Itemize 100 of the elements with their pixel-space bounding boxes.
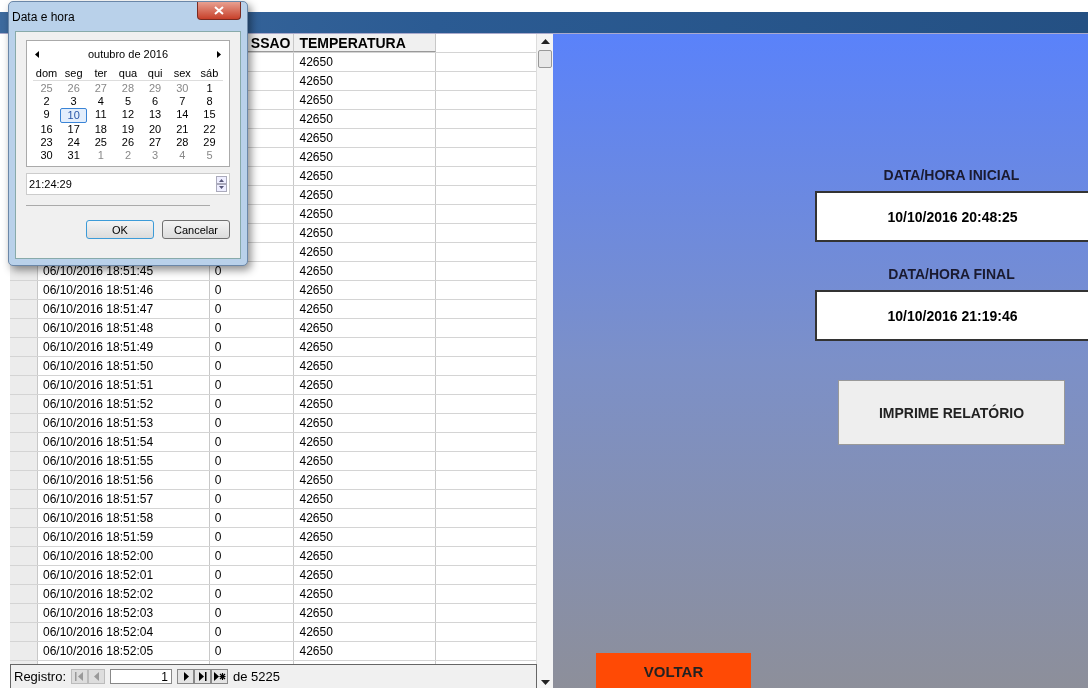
table-cell: 42650 <box>299 397 333 411</box>
previous-record-button[interactable] <box>88 669 106 684</box>
table-cell: 42650 <box>299 454 333 468</box>
calendar-day[interactable]: 22 <box>195 123 223 136</box>
row-selector[interactable] <box>10 281 38 299</box>
calendar-day[interactable]: 17 <box>60 123 88 136</box>
calendar-day[interactable]: 23 <box>33 136 60 149</box>
datetime-field[interactable]: 10/10/2016 20:48:25 <box>815 191 1088 242</box>
calendar-day[interactable]: 12 <box>114 108 142 123</box>
cancel-button[interactable]: Cancelar <box>162 220 230 239</box>
row-selector[interactable] <box>10 471 38 489</box>
table-cell: 42650 <box>299 625 333 639</box>
calendar-day[interactable]: 5 <box>195 149 223 162</box>
spinner-icon[interactable] <box>216 176 227 192</box>
calendar-day[interactable]: 21 <box>168 123 196 136</box>
calendar-day[interactable]: 1 <box>195 82 223 95</box>
next-month-button[interactable] <box>215 48 223 60</box>
previous-month-button[interactable] <box>33 48 41 60</box>
calendar-day[interactable]: 5 <box>114 95 142 108</box>
calendar-day[interactable]: 3 <box>60 95 88 108</box>
table-cell: 06/10/2016 18:51:55 <box>42 454 154 468</box>
row-selector[interactable] <box>10 623 38 641</box>
table-cell: 0 <box>214 511 222 525</box>
print-report-button[interactable]: IMPRIME RELATÓRIO <box>838 380 1065 445</box>
calendar-day[interactable]: 29 <box>195 136 223 149</box>
row-selector[interactable] <box>10 566 38 584</box>
row-selector[interactable] <box>10 357 38 375</box>
table-cell: 06/10/2016 18:51:56 <box>42 473 154 487</box>
table-cell: 06/10/2016 18:51:59 <box>42 530 154 544</box>
calendar-day[interactable]: 4 <box>87 95 115 108</box>
calendar-day[interactable]: 25 <box>33 82 60 95</box>
row-selector[interactable] <box>10 585 38 603</box>
row-selector[interactable] <box>10 319 38 337</box>
ok-button[interactable]: OK <box>86 220 154 239</box>
calendar-day[interactable]: 4 <box>168 149 196 162</box>
datetime-field[interactable]: 10/10/2016 21:19:46 <box>815 290 1088 341</box>
calendar-day[interactable]: 31 <box>60 149 88 162</box>
calendar-day[interactable]: 13 <box>141 108 169 123</box>
row-selector[interactable] <box>10 452 38 470</box>
table-cell: 06/10/2016 18:52:00 <box>42 549 154 563</box>
calendar-day[interactable]: 8 <box>195 95 223 108</box>
row-selector[interactable] <box>10 604 38 622</box>
row-selector[interactable] <box>10 414 38 432</box>
calendar-day[interactable]: 11 <box>87 108 115 123</box>
last-record-button[interactable] <box>194 669 212 684</box>
time-field[interactable]: 21:24:29 <box>26 173 230 195</box>
row-selector[interactable] <box>10 376 38 394</box>
calendar-day[interactable]: 6 <box>141 95 169 108</box>
row-selector[interactable] <box>10 509 38 527</box>
first-record-button[interactable] <box>71 669 89 684</box>
calendar-day[interactable]: 27 <box>141 136 169 149</box>
table-cell: 42650 <box>299 302 333 316</box>
calendar-day[interactable]: 26 <box>114 136 142 149</box>
row-selector[interactable] <box>10 300 38 318</box>
table-cell: 42650 <box>299 492 333 506</box>
row-selector[interactable] <box>10 490 38 508</box>
record-field[interactable]: 1 <box>110 669 173 684</box>
calendar-day[interactable]: 14 <box>168 108 196 123</box>
next-record-button[interactable] <box>177 669 195 684</box>
row-selector[interactable] <box>10 338 38 356</box>
calendar-day[interactable]: 7 <box>168 95 196 108</box>
calendar-day[interactable]: 10 <box>60 108 88 123</box>
row-selector[interactable] <box>10 433 38 451</box>
calendar-day[interactable]: 2 <box>33 95 60 108</box>
calendar-day[interactable]: 9 <box>33 108 60 123</box>
calendar-day[interactable]: 16 <box>33 123 60 136</box>
calendar-day[interactable]: 27 <box>87 82 115 95</box>
table-cell: 42650 <box>299 359 333 373</box>
calendar-day[interactable]: 18 <box>87 123 115 136</box>
calendar-day[interactable]: 25 <box>87 136 115 149</box>
table-cell: 06/10/2016 18:51:48 <box>42 321 154 335</box>
weekday-label: qui <box>146 67 164 80</box>
calendar-day[interactable]: 30 <box>168 82 196 95</box>
calendar-day[interactable]: 19 <box>114 123 142 136</box>
record-count: de 5225 <box>233 669 281 684</box>
table-cell: 42650 <box>299 606 333 620</box>
table-cell: 0 <box>214 587 222 601</box>
new-record-button[interactable] <box>211 669 229 684</box>
calendar-day[interactable]: 3 <box>141 149 169 162</box>
close-button[interactable] <box>197 2 241 20</box>
calendar-day[interactable]: 28 <box>168 136 196 149</box>
calendar-day[interactable]: 30 <box>33 149 60 162</box>
row-selector[interactable] <box>10 395 38 413</box>
row-selector[interactable] <box>10 642 38 660</box>
scroll-thumb[interactable] <box>538 50 552 68</box>
scrollbar[interactable] <box>536 34 553 688</box>
calendar-day[interactable]: 15 <box>195 108 223 123</box>
calendar-day[interactable]: 28 <box>114 82 142 95</box>
back-button[interactable]: VOLTAR <box>596 653 751 688</box>
calendar-day[interactable]: 20 <box>141 123 169 136</box>
calendar-day[interactable]: 24 <box>60 136 88 149</box>
row-selector[interactable] <box>10 547 38 565</box>
calendar-day[interactable]: 29 <box>141 82 169 95</box>
table-cell: 0 <box>214 359 222 373</box>
calendar-day[interactable]: 2 <box>114 149 142 162</box>
calendar-day[interactable]: 1 <box>87 149 115 162</box>
table-cell: 42650 <box>299 55 333 69</box>
row-selector[interactable] <box>10 528 38 546</box>
table-cell: 0 <box>214 530 222 544</box>
calendar-day[interactable]: 26 <box>60 82 88 95</box>
